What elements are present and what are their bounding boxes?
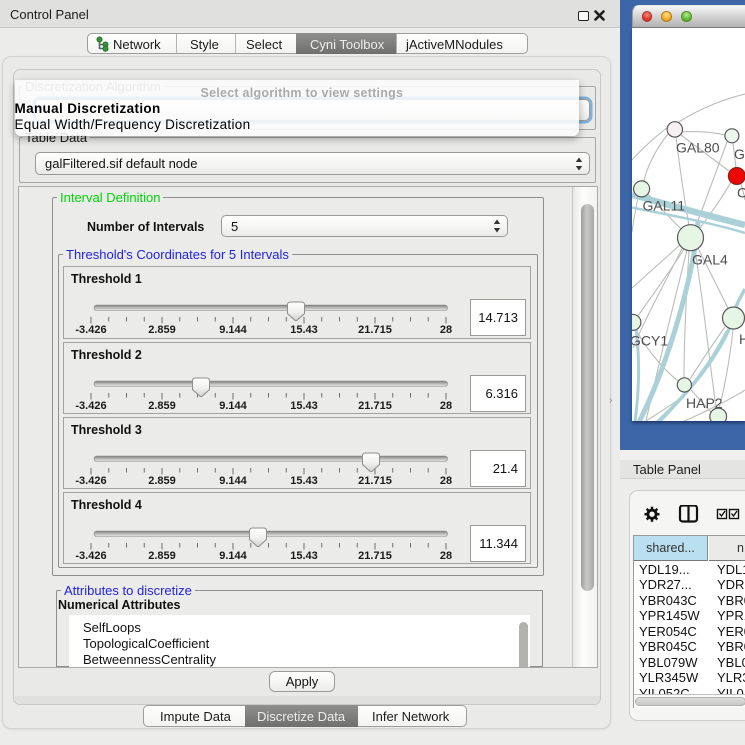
svg-text:9.144: 9.144 xyxy=(219,475,247,486)
svg-text:28: 28 xyxy=(440,550,452,561)
svg-text:21.715: 21.715 xyxy=(358,324,392,335)
svg-text:9.144: 9.144 xyxy=(219,550,247,561)
svg-text:C: C xyxy=(737,185,745,201)
svg-text:15.43: 15.43 xyxy=(290,324,318,335)
svg-text:15.43: 15.43 xyxy=(290,400,318,411)
svg-text:H: H xyxy=(739,331,745,347)
svg-text:-3.426: -3.426 xyxy=(75,324,106,335)
svg-text:28: 28 xyxy=(440,324,452,335)
svg-text:G.: G. xyxy=(734,146,745,162)
svg-text:2.859: 2.859 xyxy=(148,550,176,561)
svg-text:15.43: 15.43 xyxy=(290,475,318,486)
svg-text:GAL11: GAL11 xyxy=(643,198,686,214)
svg-text:2.859: 2.859 xyxy=(148,475,176,486)
svg-text:21.715: 21.715 xyxy=(358,550,392,561)
svg-text:-3.426: -3.426 xyxy=(75,550,106,561)
svg-text:15.43: 15.43 xyxy=(290,550,318,561)
svg-text:-3.426: -3.426 xyxy=(75,475,106,486)
svg-text:28: 28 xyxy=(440,475,452,486)
svg-text:GAL4: GAL4 xyxy=(692,252,728,268)
svg-text:-3.426: -3.426 xyxy=(75,400,106,411)
svg-text:9.144: 9.144 xyxy=(219,400,247,411)
svg-text:GAL80: GAL80 xyxy=(676,140,720,156)
svg-text:21.715: 21.715 xyxy=(358,475,392,486)
svg-text:21.715: 21.715 xyxy=(358,400,392,411)
svg-text:2.859: 2.859 xyxy=(148,324,176,335)
svg-text:9.144: 9.144 xyxy=(219,324,247,335)
svg-text:2.859: 2.859 xyxy=(148,400,176,411)
svg-text:28: 28 xyxy=(440,400,452,411)
svg-text:GCY1: GCY1 xyxy=(632,333,668,349)
svg-text:HAP2: HAP2 xyxy=(686,395,723,411)
